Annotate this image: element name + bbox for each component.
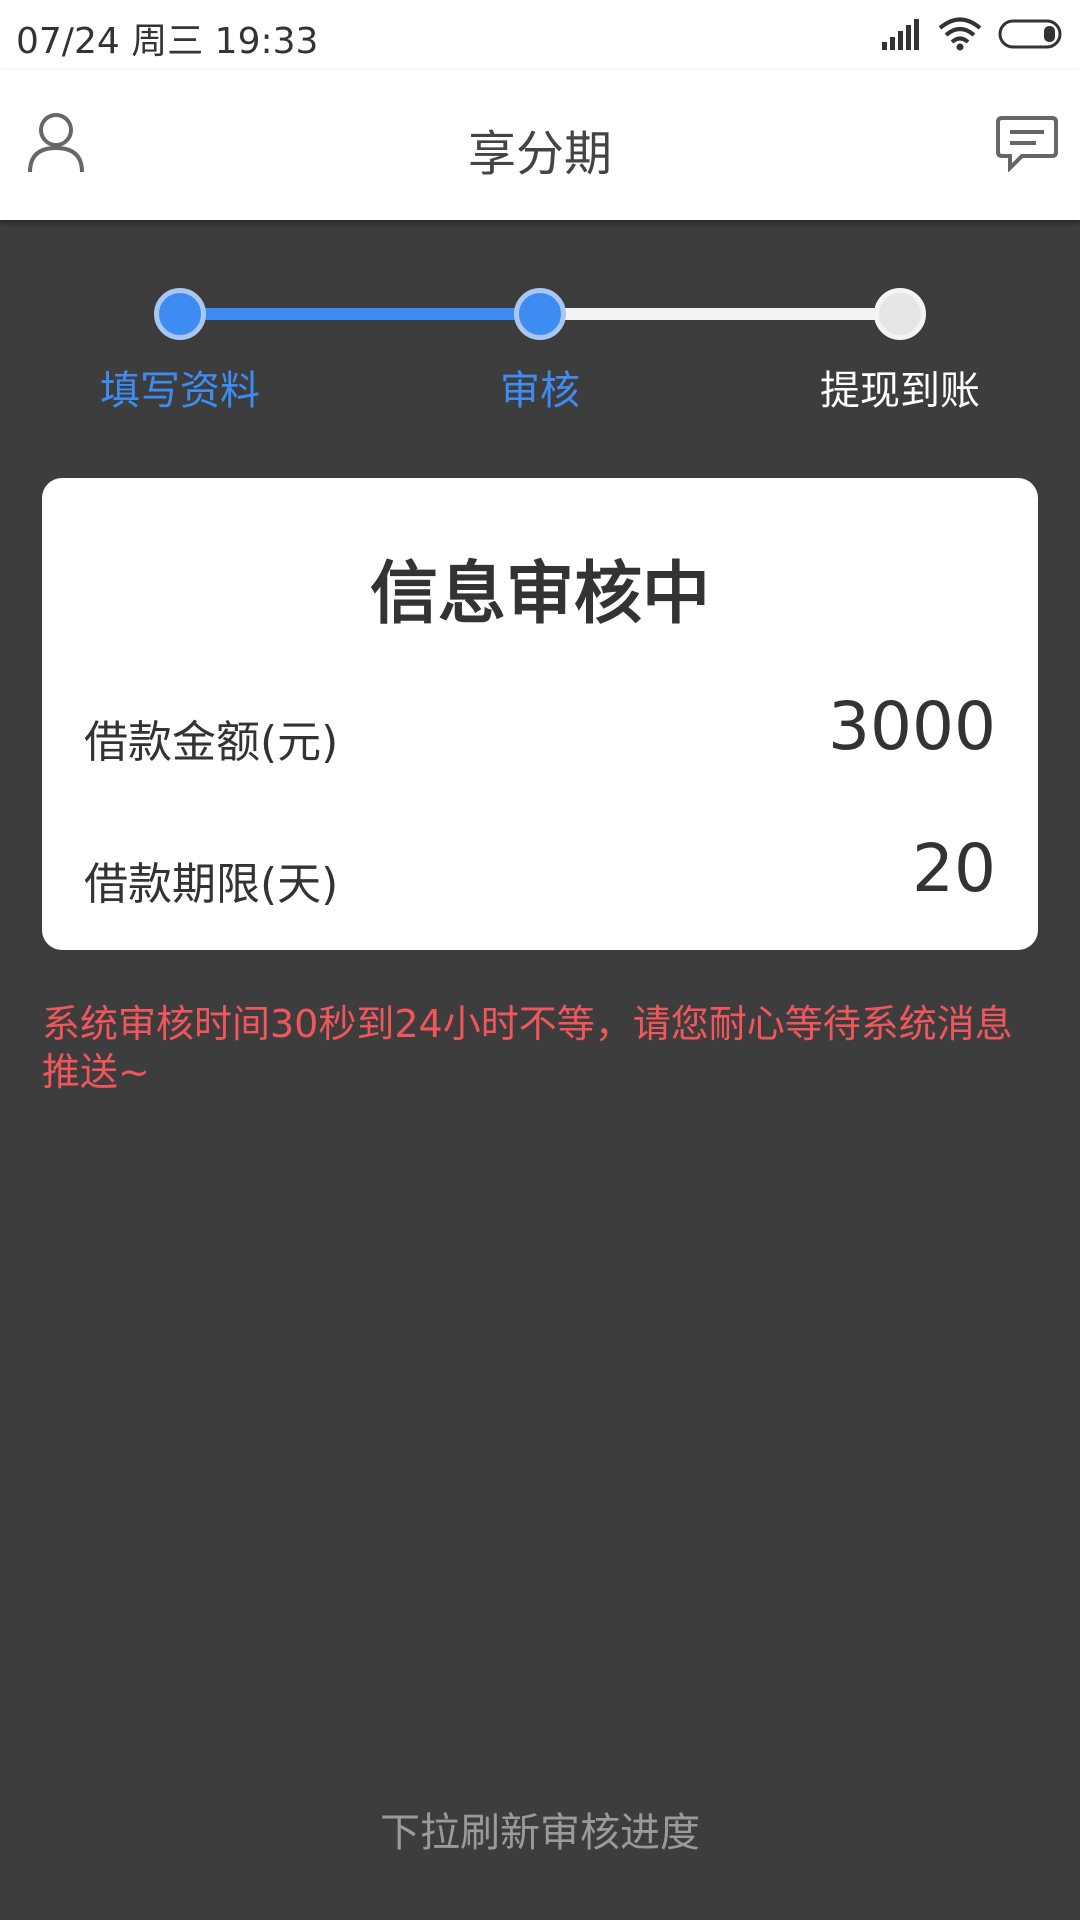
status-date: 07/24	[16, 21, 120, 62]
loan-term-value: 20	[912, 830, 996, 907]
step-dot-withdraw	[874, 288, 926, 340]
step-dot-review	[514, 288, 566, 340]
page-title: 享分期	[467, 126, 612, 182]
review-notice: 系统审核时间30秒到24小时不等，请您耐心等待系统消息推送~	[42, 1002, 1013, 1094]
loan-amount-row: 借款金额(元) 3000	[84, 688, 996, 768]
step-line-completed	[180, 308, 540, 320]
battery-icon	[998, 19, 1062, 49]
step-label-review: 审核	[500, 368, 580, 414]
status-datetime: 07/24 周三 19:33	[16, 12, 318, 64]
message-icon	[996, 116, 1058, 173]
step-line-pending	[540, 308, 900, 320]
status-icons	[880, 14, 1066, 54]
step-dot-fill-info	[154, 288, 206, 340]
card-title: 信息审核中	[369, 555, 710, 634]
loan-amount-value: 3000	[828, 688, 996, 765]
signal-icon	[882, 19, 919, 50]
status-weekday: 周三	[131, 21, 204, 62]
pull-to-refresh-hint: 下拉刷新审核进度	[380, 1810, 700, 1856]
loan-term-row: 借款期限(天) 20	[84, 830, 996, 910]
wifi-icon	[938, 17, 982, 51]
loan-term-label: 借款期限(天)	[84, 859, 339, 910]
loan-amount-label: 借款金额(元)	[84, 717, 339, 768]
messages-button[interactable]	[996, 114, 1058, 173]
status-bar: 07/24 周三 19:33	[0, 0, 1080, 70]
step-label-fill-info: 填写资料	[100, 368, 260, 414]
app-header: 享分期	[0, 70, 1080, 220]
review-status-card: 信息审核中 借款金额(元) 3000 借款期限(天) 20	[42, 478, 1038, 950]
step-label-withdraw: 提现到账	[820, 368, 980, 414]
status-time: 19:33	[214, 21, 319, 62]
